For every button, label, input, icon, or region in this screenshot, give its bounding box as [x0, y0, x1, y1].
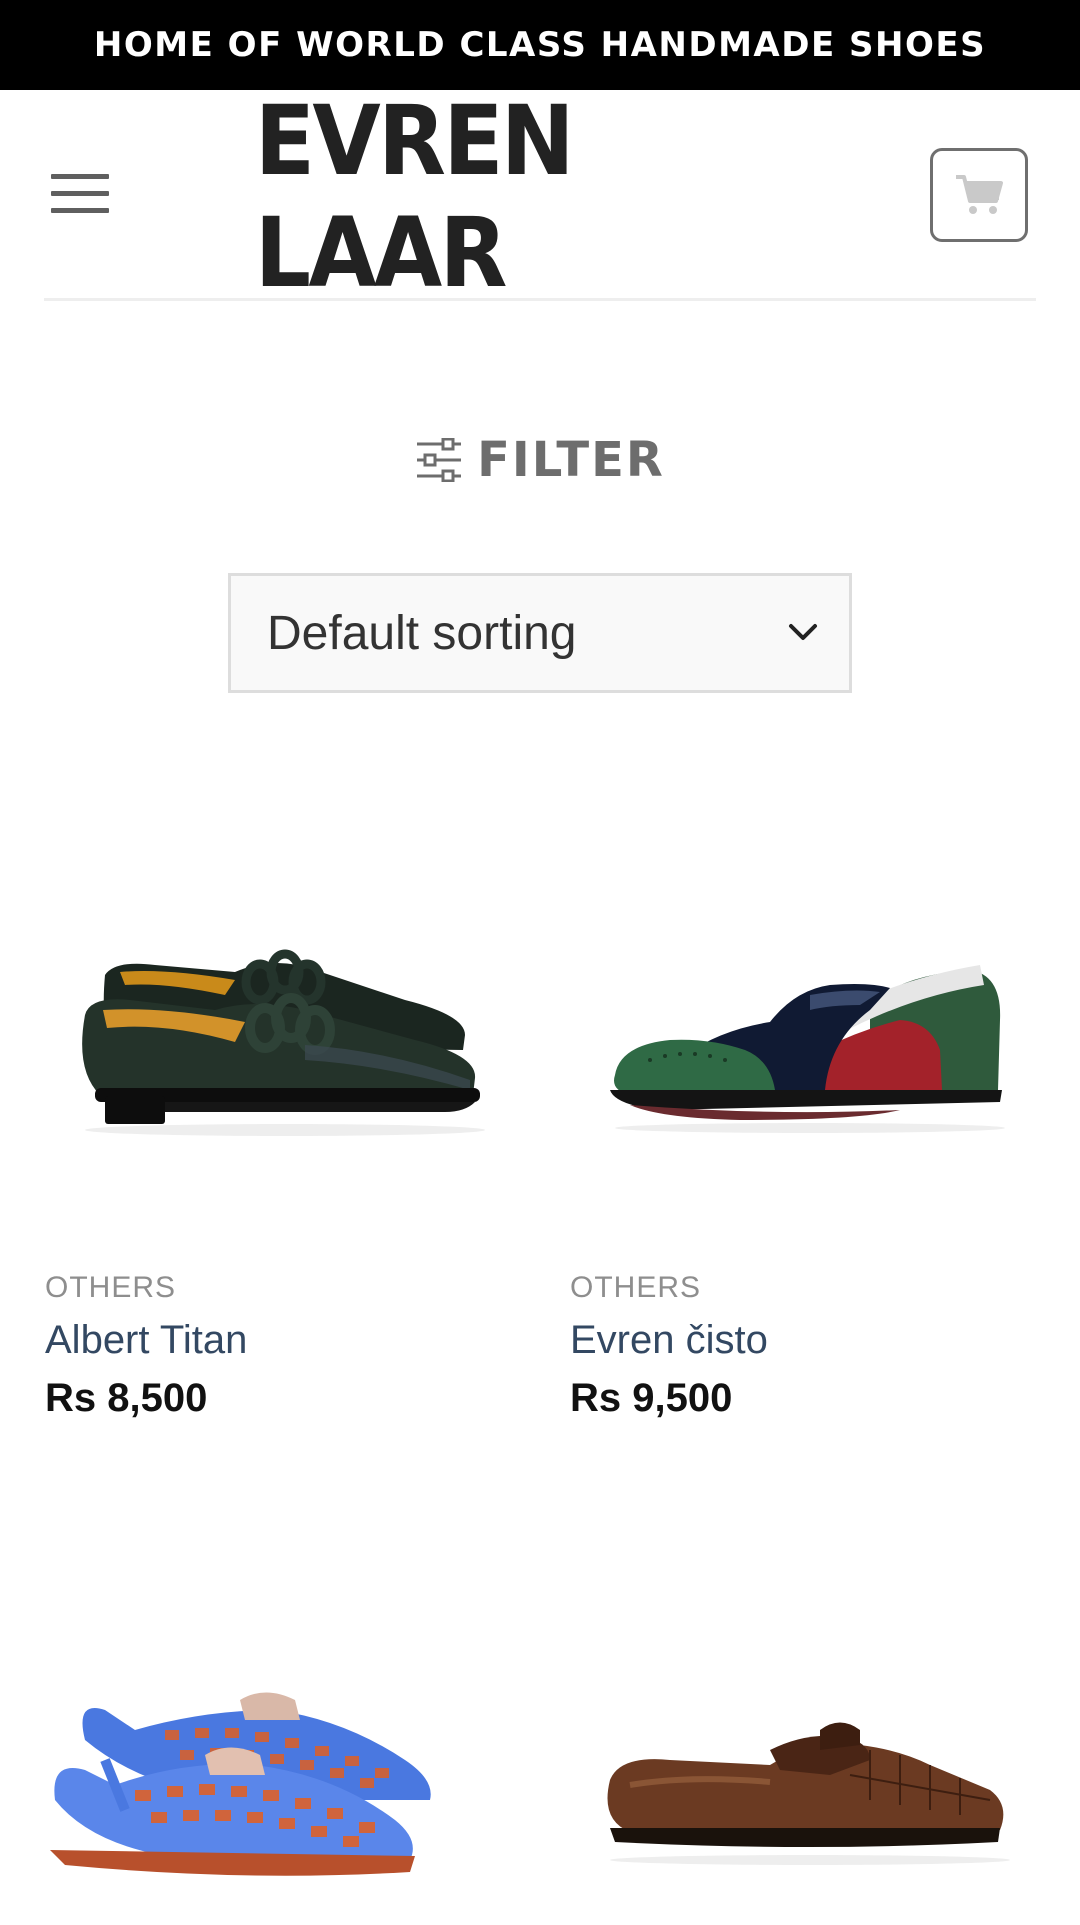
- product-image-woven-sandal[interactable]: [45, 1560, 510, 1920]
- product-image-albert-titan[interactable]: [45, 760, 510, 1230]
- sliders-icon: [417, 438, 462, 482]
- product-name-link[interactable]: Evren čisto: [570, 1316, 1050, 1364]
- site-header: EVREN LAAR: [0, 85, 1080, 309]
- announcement-bar: HOME OF WORLD CLASS HANDMADE SHOES: [0, 0, 1080, 90]
- menu-button[interactable]: [48, 170, 112, 218]
- site-logo[interactable]: EVREN LAAR: [255, 85, 825, 309]
- slip-on-shoe-image: [610, 965, 1005, 1133]
- header-divider: [44, 298, 1036, 301]
- product-card: [570, 1560, 1050, 1920]
- product-price: Rs 8,500: [45, 1376, 208, 1420]
- sort-selected-value: Default sorting: [267, 606, 577, 660]
- product-image-evren-cisto[interactable]: [570, 760, 1035, 1230]
- shopping-cart-icon: [956, 175, 1003, 214]
- announcement-text: HOME OF WORLD CLASS HANDMADE SHOES: [93, 25, 987, 65]
- product-image-brown-loafer[interactable]: [570, 1560, 1035, 1920]
- loafer-shoe-image: [82, 949, 485, 1136]
- woven-sandal-image: [50, 1692, 431, 1876]
- product-card: OTHERS Evren čisto Rs 9,500: [570, 760, 1050, 1422]
- hamburger-menu-icon: [51, 174, 109, 179]
- filter-button[interactable]: FILTER: [0, 420, 1080, 500]
- brown-loafer-image: [607, 1722, 1010, 1865]
- product-price: Rs 9,500: [570, 1376, 733, 1420]
- product-category: OTHERS: [570, 1271, 702, 1304]
- hamburger-line: [51, 208, 109, 213]
- product-name-link[interactable]: Albert Titan: [45, 1316, 525, 1364]
- product-card: OTHERS Albert Titan Rs 8,500: [45, 760, 525, 1422]
- logo-text: EVREN LAAR: [254, 85, 575, 309]
- product-card: [45, 1560, 525, 1920]
- chevron-down-icon: [789, 624, 817, 640]
- hamburger-line: [51, 191, 109, 196]
- product-category: OTHERS: [45, 1271, 177, 1304]
- filter-label: FILTER: [477, 432, 665, 488]
- cart-button[interactable]: [930, 148, 1028, 242]
- sort-select[interactable]: Default sorting: [228, 573, 852, 693]
